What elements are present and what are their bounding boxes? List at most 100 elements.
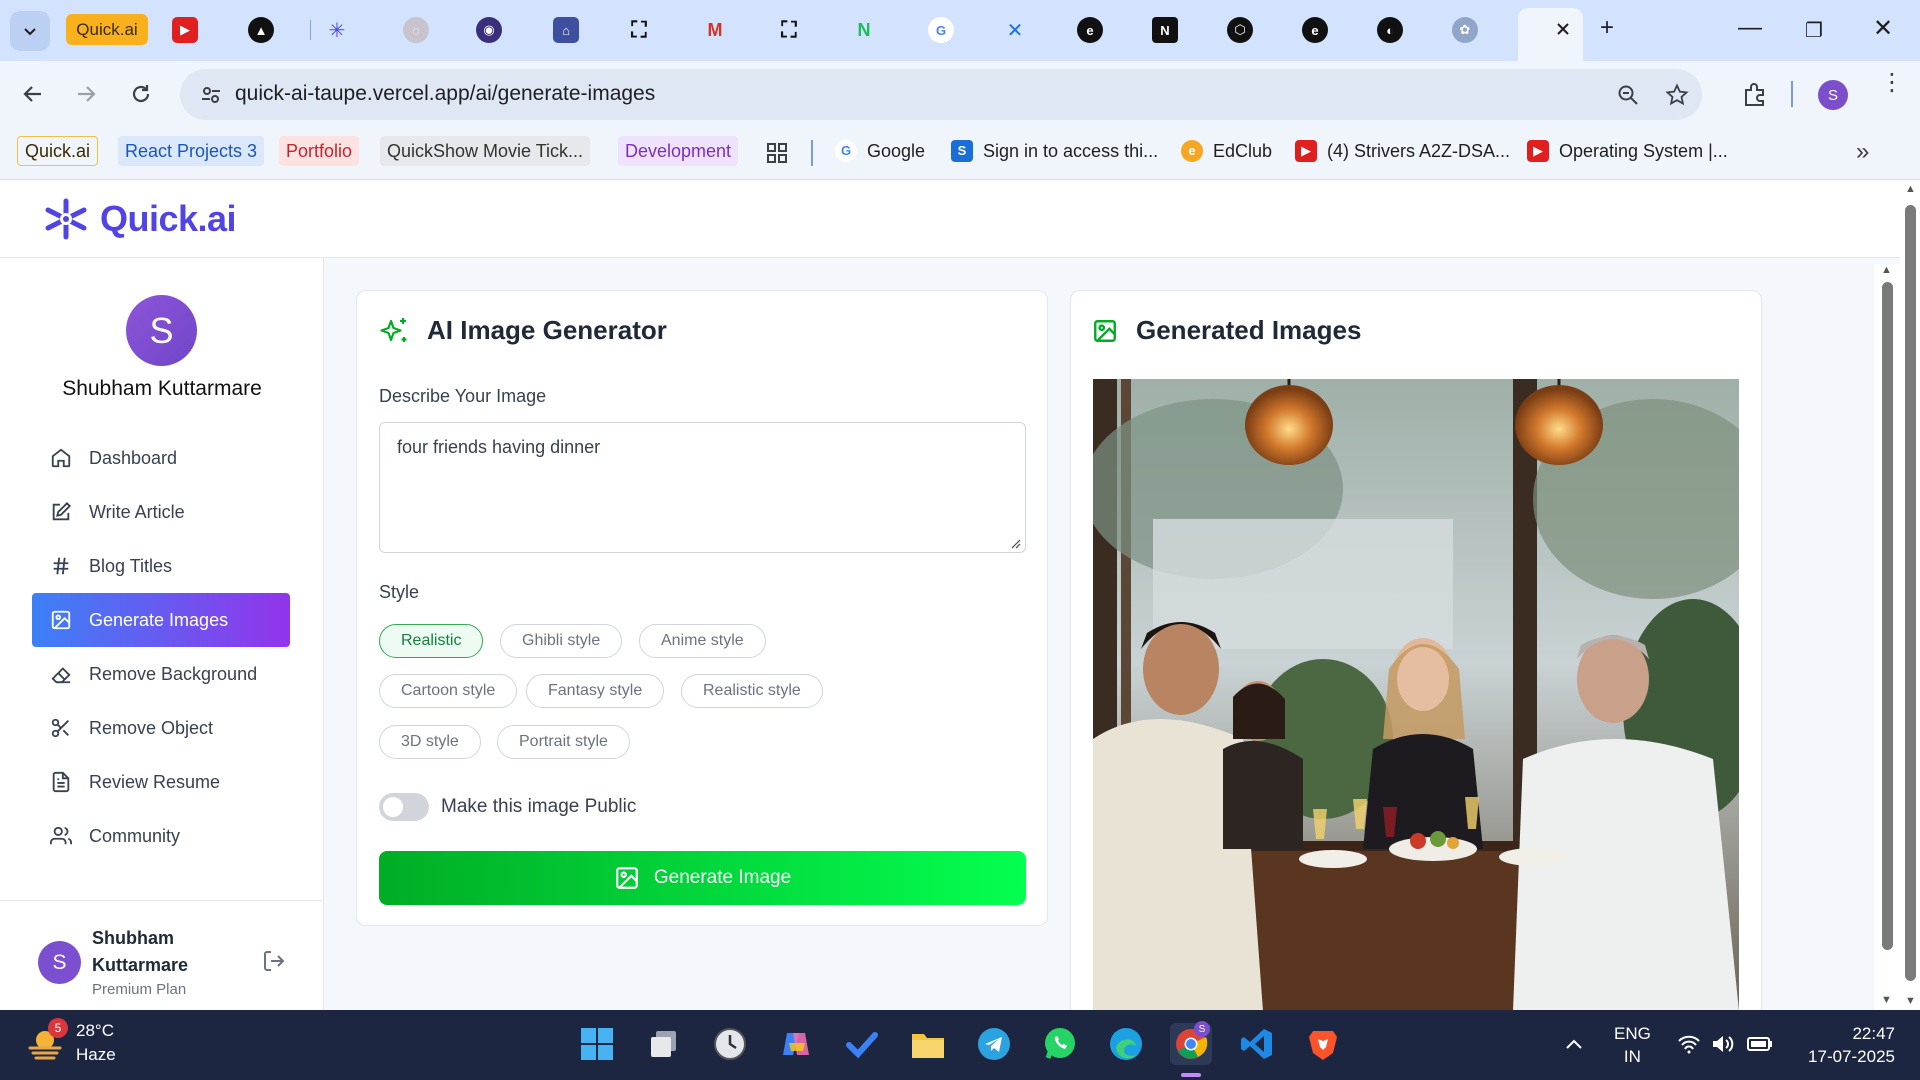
avatar[interactable]: S	[38, 941, 81, 984]
more-bookmarks-icon[interactable]: »	[1856, 138, 1869, 166]
style-chip-realistic[interactable]: Realistic	[379, 624, 484, 658]
style-chip-cartoon[interactable]: Cartoon style	[379, 674, 518, 708]
reload-button[interactable]	[123, 76, 159, 112]
brave-button[interactable]	[1302, 1023, 1344, 1065]
url-text[interactable]: quick-ai-taupe.vercel.app/ai/generate-im…	[235, 82, 655, 106]
scroll-down-icon[interactable]: ▼	[1905, 995, 1916, 1007]
google-tab-icon[interactable]: G	[928, 17, 954, 43]
weather-description[interactable]: Haze	[76, 1045, 116, 1065]
browser-menu-button[interactable]: ⋮	[1880, 71, 1904, 95]
zoom-icon[interactable]	[1617, 84, 1639, 106]
chrome-button[interactable]: S	[1170, 1021, 1212, 1065]
bookmark-folder[interactable]: Development	[618, 136, 739, 166]
tab-app-icon[interactable]: e	[1302, 17, 1328, 43]
brand-logo[interactable]: Quick.ai	[42, 197, 237, 241]
address-bar[interactable]: quick-ai-taupe.vercel.app/ai/generate-im…	[180, 69, 1702, 120]
copilot-button[interactable]	[775, 1023, 817, 1065]
clock-app-button[interactable]	[709, 1023, 751, 1065]
site-info-icon[interactable]	[200, 84, 222, 106]
sidebar-item-review-resume[interactable]: Review Resume	[32, 755, 290, 809]
minimize-button[interactable]: —	[1738, 14, 1762, 42]
tab-app-icon[interactable]: ◌	[403, 17, 429, 43]
close-window-button[interactable]: ✕	[1873, 14, 1893, 43]
task-view-button[interactable]	[643, 1023, 685, 1065]
whatsapp-button[interactable]	[1039, 1023, 1081, 1065]
weather-temperature[interactable]: 28°C	[76, 1021, 114, 1041]
tab-app-icon[interactable]: ✕	[1002, 17, 1028, 43]
page-scrollbar[interactable]: ▲ ▼	[1900, 181, 1920, 1010]
resize-handle-icon[interactable]	[1009, 537, 1021, 549]
chevron-up-icon[interactable]	[1565, 1038, 1583, 1050]
bookmark-folder[interactable]: Portfolio	[279, 136, 360, 166]
sidebar-item-dashboard[interactable]: Dashboard	[32, 431, 290, 485]
tab-app-icon[interactable]: ⬡	[1227, 17, 1253, 43]
back-button[interactable]	[15, 76, 51, 112]
sidebar-item-blog-titles[interactable]: Blog Titles	[32, 539, 290, 593]
scrollbar-thumb[interactable]	[1882, 282, 1893, 950]
wifi-icon[interactable]	[1677, 1034, 1701, 1054]
generate-image-button[interactable]: Generate Image	[379, 851, 1026, 905]
style-chip-portrait[interactable]: Portrait style	[497, 725, 630, 759]
avatar[interactable]: S	[126, 295, 197, 366]
bookmark-edclub[interactable]: e EdClub	[1181, 140, 1272, 162]
tab-quick-ai[interactable]: Quick.ai	[66, 14, 148, 45]
apps-grid-icon[interactable]	[766, 142, 788, 164]
forward-button[interactable]	[68, 76, 104, 112]
extensions-icon[interactable]	[1742, 81, 1768, 107]
bookmark-youtube[interactable]: ▶ (4) Strivers A2Z-DSA...	[1295, 140, 1510, 162]
bookmark-google[interactable]: G Google	[835, 140, 925, 162]
bookmark-star-icon[interactable]	[1665, 83, 1689, 107]
generated-image[interactable]	[1093, 379, 1739, 1010]
vscode-button[interactable]	[1236, 1023, 1278, 1065]
system-clock[interactable]: 22:47 17-07-2025	[1795, 1022, 1895, 1068]
close-icon[interactable]	[1555, 21, 1571, 37]
style-chip-ghibli[interactable]: Ghibli style	[500, 624, 623, 658]
tab-app-icon[interactable]: ▲	[248, 17, 274, 43]
scroll-up-icon[interactable]: ▲	[1905, 183, 1916, 195]
sidebar-item-remove-background[interactable]: Remove Background	[32, 647, 290, 701]
style-chip-anime[interactable]: Anime style	[639, 624, 766, 658]
style-chip-3d[interactable]: 3D style	[379, 725, 481, 759]
telegram-button[interactable]	[973, 1023, 1015, 1065]
start-button[interactable]	[576, 1023, 618, 1065]
tab-search-button[interactable]	[10, 11, 50, 51]
file-explorer-button[interactable]	[907, 1023, 949, 1065]
gmail-tab-icon[interactable]: M	[702, 17, 728, 43]
edge-button[interactable]	[1105, 1023, 1147, 1065]
bookmark-folder[interactable]: QuickShow Movie Tick...	[380, 136, 591, 166]
battery-icon[interactable]	[1747, 1036, 1773, 1052]
bookmark-sign-in[interactable]: S Sign in to access thi...	[951, 140, 1158, 162]
sidebar-item-community[interactable]: Community	[32, 809, 290, 863]
tab-app-icon[interactable]: e	[1077, 17, 1103, 43]
bookmark-folder[interactable]: Quick.ai	[17, 136, 99, 166]
tab-app-icon[interactable]: N	[1152, 17, 1178, 43]
restore-button[interactable]: ❐	[1805, 18, 1823, 43]
sidebar-item-remove-object[interactable]: Remove Object	[32, 701, 290, 755]
logout-icon[interactable]	[262, 949, 286, 973]
tab-app-icon[interactable]: N	[851, 17, 877, 43]
volume-icon[interactable]	[1711, 1034, 1735, 1054]
scroll-down-icon[interactable]: ▼	[1881, 994, 1892, 1006]
todo-app-button[interactable]	[841, 1023, 883, 1065]
bookmark-youtube[interactable]: ▶ Operating System |...	[1527, 140, 1728, 162]
active-tab[interactable]	[1518, 8, 1583, 61]
bookmark-folder[interactable]: React Projects 3	[118, 136, 265, 166]
public-toggle[interactable]	[379, 793, 429, 821]
language-indicator[interactable]: ENG IN	[1614, 1022, 1651, 1068]
github-tab-icon[interactable]: ◐	[1377, 17, 1403, 43]
scrollbar-thumb[interactable]	[1905, 205, 1916, 981]
new-tab-button[interactable]: +	[1600, 14, 1614, 42]
quickai-tab-icon[interactable]: ✳	[324, 17, 350, 43]
prompt-textarea[interactable]: four friends having dinner	[379, 422, 1026, 553]
sidebar-item-write-article[interactable]: Write Article	[32, 485, 290, 539]
tab-app-icon[interactable]: ◉	[476, 17, 502, 43]
youtube-tab-icon[interactable]: ▶	[172, 17, 198, 43]
style-chip-realistic-style[interactable]: Realistic style	[681, 674, 823, 708]
profile-avatar-browser[interactable]: S	[1818, 80, 1848, 110]
content-scrollbar[interactable]: ▲ ▼	[1874, 264, 1900, 1010]
tab-app-icon[interactable]: ⛶	[626, 17, 652, 43]
scroll-up-icon[interactable]: ▲	[1881, 264, 1892, 276]
sidebar-item-generate-images[interactable]: Generate Images	[32, 593, 290, 647]
tab-app-icon[interactable]: ⌂	[553, 17, 579, 43]
openai-tab-icon[interactable]: ✿	[1452, 17, 1478, 43]
